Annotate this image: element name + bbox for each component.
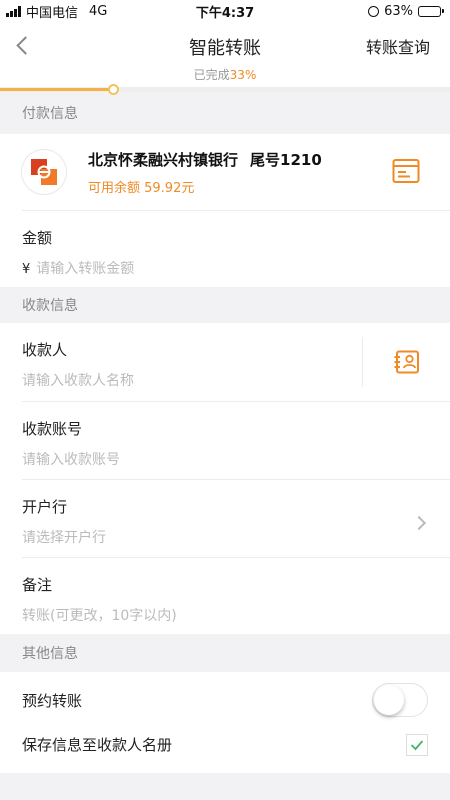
opening-bank-field[interactable]: 开户行 请选择开户行: [0, 480, 450, 557]
bank-logo: [22, 150, 66, 194]
section-header-payee: 收款信息: [0, 287, 450, 323]
save-payee-checkbox[interactable]: [406, 733, 428, 756]
schedule-label: 预约转账: [22, 691, 83, 710]
account-label: 收款账号: [22, 420, 83, 438]
alarm-icon: [368, 5, 380, 17]
progress-knob: [107, 84, 119, 95]
payer-bank-name: 北京怀柔融兴村镇银行 尾号1210: [88, 149, 428, 170]
bank-label: 开户行: [22, 498, 68, 516]
progress-value: 33%: [229, 68, 257, 82]
progress-fill: [0, 88, 113, 91]
payee-name-field[interactable]: 收款人 请输入收款人名称: [0, 323, 450, 401]
toggle-knob: [374, 685, 404, 715]
bank-card-icon[interactable]: [392, 158, 420, 188]
save-payee-row: 保存信息至收款人名册: [0, 722, 450, 767]
schedule-toggle[interactable]: [372, 683, 428, 717]
account-input[interactable]: 请输入收款账号: [22, 449, 428, 482]
battery-percent: 63%: [384, 3, 413, 19]
amount-label: 金额: [22, 229, 53, 247]
payee-card: 收款人 请输入收款人名称 收款账号 请输入收款账号 开户行 请选择开户行 备注 …: [0, 323, 450, 634]
network-type: 4G: [89, 3, 108, 19]
bank-name: 北京怀柔融兴村镇银行: [88, 150, 239, 169]
payer-account-row[interactable]: 北京怀柔融兴村镇银行 尾号1210 可用余额 59.92元: [0, 134, 450, 210]
payee-account-field[interactable]: 收款账号 请输入收款账号: [0, 402, 450, 479]
memo-label: 备注: [22, 576, 53, 594]
status-right: 63%: [294, 4, 444, 19]
section-header-other: 其他信息: [0, 634, 450, 672]
account-tail: 尾号1210: [250, 150, 322, 169]
signal-icon: [6, 5, 21, 17]
section-header-payer: 付款信息: [0, 92, 450, 134]
progress-label: 已完成: [193, 68, 230, 82]
memo-input[interactable]: 转账(可更改，10字以内): [22, 605, 428, 638]
currency-symbol: ¥: [22, 262, 31, 277]
bank-select[interactable]: 请选择开户行: [22, 527, 428, 560]
carrier-name: 中国电信: [26, 5, 79, 21]
payer-info: 北京怀柔融兴村镇银行 尾号1210 可用余额 59.92元: [88, 149, 428, 196]
progress-text: 已完成33%: [0, 66, 450, 83]
contact-book-icon: [394, 350, 419, 374]
status-time: 下午4:37: [195, 5, 255, 21]
battery-icon: [418, 5, 444, 17]
memo-field[interactable]: 备注 转账(可更改，10字以内): [0, 558, 450, 634]
schedule-transfer-row: 预约转账: [0, 672, 450, 722]
contact-book-button[interactable]: [362, 337, 450, 387]
check-icon: [410, 739, 424, 750]
nav-bar: 智能转账 转账查询 已完成33%: [0, 22, 450, 95]
transfer-query-button[interactable]: 转账查询: [366, 34, 430, 58]
status-left: 中国电信 4G: [6, 2, 156, 21]
status-bar: 中国电信 4G 下午4:37 63%: [0, 0, 450, 22]
amount-input[interactable]: ¥ 请输入转账金额: [22, 258, 428, 291]
amount-placeholder: 请输入转账金额: [36, 261, 135, 277]
amount-field[interactable]: 金额 ¥ 请输入转账金额: [0, 211, 450, 287]
payer-card: 北京怀柔融兴村镇银行 尾号1210 可用余额 59.92元 金额 ¥ 请输入转账金额: [0, 134, 450, 287]
back-button[interactable]: [10, 30, 36, 60]
available-balance: 可用余额 59.92元: [88, 180, 195, 196]
save-payee-label: 保存信息至收款人名册: [22, 736, 173, 754]
back-chevron-icon: [16, 35, 35, 55]
other-card: 预约转账 保存信息至收款人名册: [0, 672, 450, 773]
progress-bar: [0, 84, 450, 95]
